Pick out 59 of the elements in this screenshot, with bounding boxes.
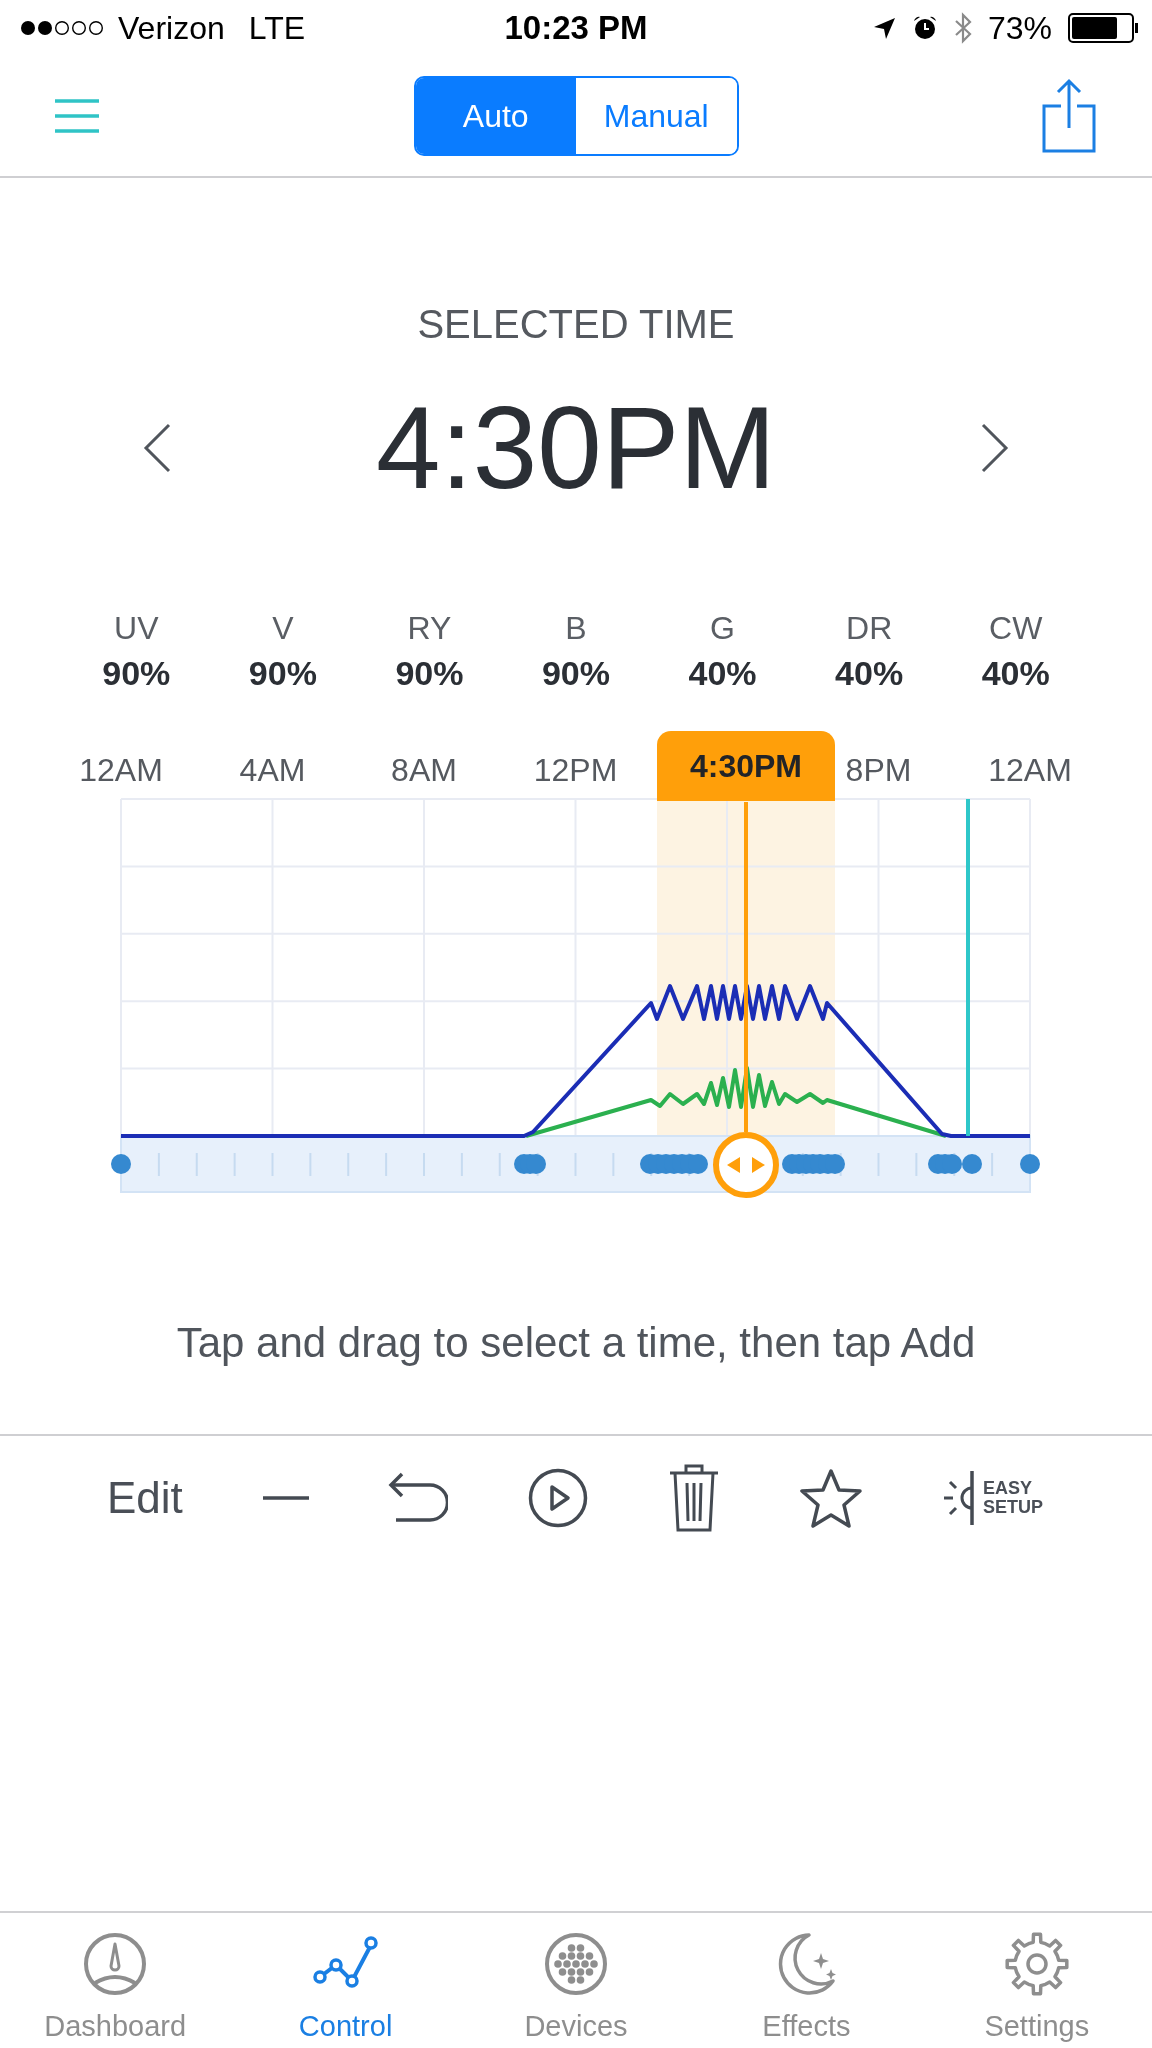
channel-label: CW bbox=[989, 610, 1043, 646]
gear-icon bbox=[1003, 1931, 1070, 1997]
left-right-arrows-icon bbox=[727, 1157, 765, 1173]
dotted-circle-icon bbox=[543, 1931, 609, 1997]
channel-value: 90% bbox=[541, 655, 610, 691]
hint-text: Tap and drag to select a time, then tap Add bbox=[176, 1321, 976, 1365]
location-arrow-icon bbox=[872, 16, 896, 40]
selected-time-value: 4:30PM bbox=[376, 388, 776, 508]
selected-time-title: SELECTED TIME bbox=[417, 301, 735, 348]
edit-button[interactable]: Edit bbox=[107, 1473, 183, 1523]
status-time: 10:23 PM bbox=[504, 8, 648, 48]
tab-bar-item[interactable]: Settings bbox=[921, 1913, 1152, 2048]
time-axis-label: 12PM bbox=[533, 751, 618, 790]
mode-tab[interactable]: Auto bbox=[415, 78, 576, 154]
play-icon[interactable] bbox=[527, 1468, 588, 1528]
channel-label: RY bbox=[407, 610, 452, 646]
channel-label: G bbox=[710, 610, 735, 646]
tab-bar-item[interactable]: Control bbox=[230, 1913, 461, 2048]
network-type: LTE bbox=[248, 9, 306, 48]
channel-value: 40% bbox=[981, 655, 1050, 691]
channel-label: UV bbox=[114, 610, 159, 646]
signal-icon bbox=[20, 20, 106, 36]
time-axis-label: 4AM bbox=[239, 751, 306, 790]
channel-value: 90% bbox=[102, 655, 171, 691]
control-point-dot[interactable] bbox=[111, 1154, 131, 1174]
control-point-dot[interactable] bbox=[1020, 1154, 1040, 1174]
menu-icon[interactable] bbox=[55, 99, 99, 133]
chevron-left-icon[interactable] bbox=[143, 423, 171, 473]
channel-value: 40% bbox=[688, 655, 757, 691]
time-axis-label: 8PM bbox=[845, 751, 912, 790]
chevron-right-icon[interactable] bbox=[981, 423, 1009, 473]
bluetooth-icon bbox=[953, 12, 972, 44]
drag-handle[interactable] bbox=[713, 1132, 779, 1198]
selected-time-badge: 4:30PM bbox=[657, 731, 835, 801]
battery-icon bbox=[1068, 13, 1140, 43]
channel-label: DR bbox=[846, 610, 893, 646]
channel-label: V bbox=[272, 610, 294, 646]
channel-label: B bbox=[565, 610, 587, 646]
minus-icon[interactable] bbox=[262, 1496, 309, 1500]
alarm-clock-icon bbox=[911, 15, 938, 41]
tab-bar-item[interactable]: Effects bbox=[691, 1913, 922, 2048]
tab-bar-item[interactable]: Dashboard bbox=[0, 1913, 231, 2048]
undo-icon[interactable] bbox=[388, 1472, 449, 1524]
control-point-dot[interactable] bbox=[962, 1154, 982, 1174]
channel-value: 40% bbox=[835, 655, 904, 691]
trash-icon[interactable] bbox=[667, 1463, 720, 1533]
time-axis-label: 12AM bbox=[988, 751, 1072, 790]
channel-value: 90% bbox=[395, 655, 464, 691]
channel-value: 90% bbox=[248, 655, 317, 691]
time-axis-label: 8AM bbox=[391, 751, 457, 790]
battery-percentage: 73% bbox=[987, 9, 1052, 48]
carrier-name: Verizon bbox=[118, 9, 225, 48]
time-axis-label: 12AM bbox=[79, 751, 163, 790]
half-sun-icon bbox=[942, 1470, 975, 1526]
gauge-icon bbox=[82, 1931, 149, 1997]
easy-setup-button[interactable]: EASY SETUP bbox=[942, 1470, 1045, 1526]
tab-bar-item[interactable]: Devices bbox=[460, 1913, 692, 2048]
star-icon[interactable] bbox=[799, 1468, 864, 1528]
share-icon[interactable] bbox=[1041, 78, 1097, 154]
